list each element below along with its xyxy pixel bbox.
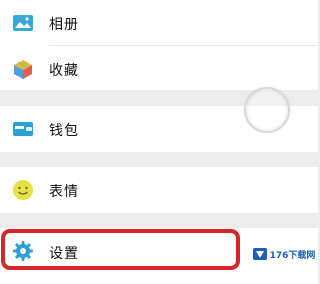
settings-highlight-box [1, 229, 240, 270]
menu-item-album[interactable]: 相册 [0, 0, 318, 46]
menu-item-album-label: 相册 [49, 17, 79, 33]
menu-group-emoji: 表情 [0, 167, 318, 213]
wallet-icon [13, 122, 33, 136]
photo-album-icon [13, 15, 33, 31]
menu-item-favorites[interactable]: 收藏 [0, 46, 318, 92]
touch-indicator [244, 87, 290, 133]
watermark-badge: 176下载网 [251, 229, 316, 279]
watermark-text: 176下载网 [269, 250, 316, 261]
menu-item-wallet-label: 钱包 [49, 123, 79, 139]
menu-item-emoji-label: 表情 [49, 184, 79, 200]
watermark-logo-icon [252, 248, 267, 260]
menu-item-favorites-label: 收藏 [49, 63, 79, 79]
favorites-cube-icon [14, 60, 32, 79]
emoji-icon [13, 180, 33, 200]
menu-item-emoji[interactable]: 表情 [0, 167, 318, 213]
menu-group-media: 相册 收藏 [0, 0, 318, 90]
